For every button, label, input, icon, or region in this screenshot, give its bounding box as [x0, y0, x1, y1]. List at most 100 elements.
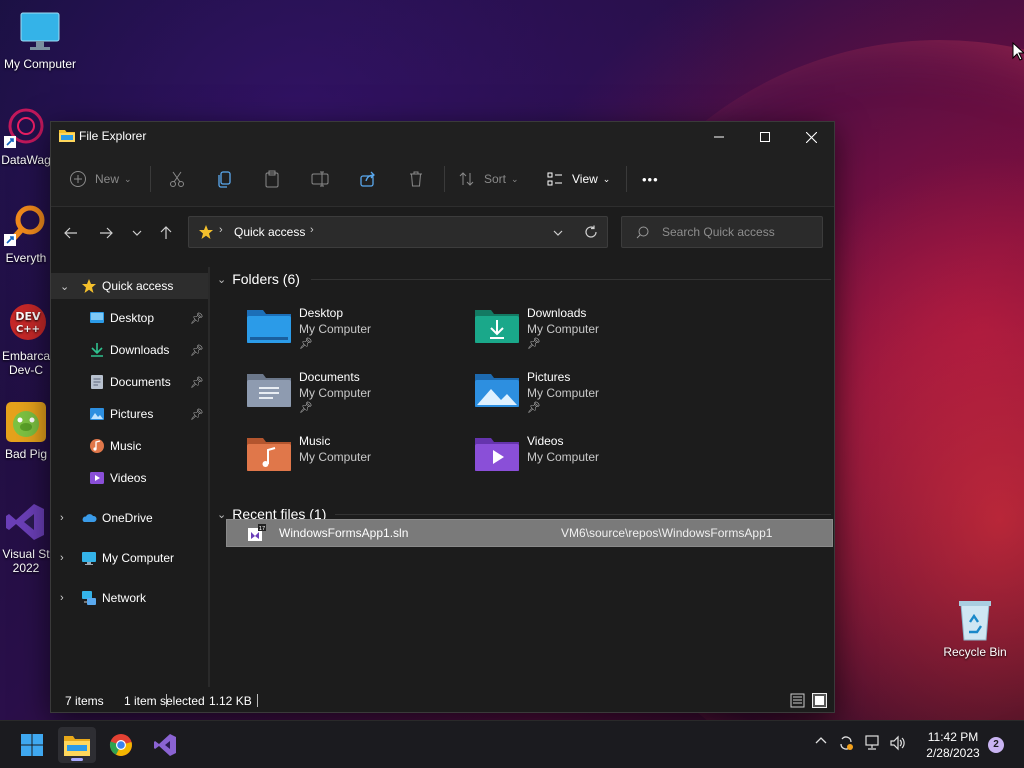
chevron-up-icon[interactable] — [815, 735, 827, 750]
cut-button[interactable] — [168, 166, 186, 192]
volume-icon[interactable] — [889, 734, 907, 755]
close-button[interactable] — [788, 122, 834, 152]
sidebar-item-videos[interactable]: Videos — [51, 465, 208, 491]
folder-tile-music[interactable]: Music My Computer — [247, 431, 467, 487]
videos-icon — [90, 472, 104, 484]
sidebar-item-pictures[interactable]: Pictures 📌︎ — [51, 401, 208, 427]
breadcrumb-quick-access[interactable]: Quick access — [234, 225, 305, 239]
sidebar-item-label: Pictures — [110, 407, 154, 421]
sidebar-item-desktop[interactable]: Desktop 📌︎ — [51, 305, 208, 331]
star-icon — [199, 225, 213, 239]
folder-tile-downloads[interactable]: Downloads My Computer 📌︎ — [475, 303, 695, 359]
chevron-down-icon[interactable] — [552, 227, 564, 239]
folder-icon — [59, 130, 75, 142]
sidebar-item-network[interactable]: › Network — [51, 585, 208, 611]
pin-icon[interactable]: 📌︎ — [190, 376, 204, 389]
new-label: New — [95, 172, 120, 186]
status-separator — [257, 694, 258, 707]
folder-tile-documents[interactable]: Documents My Computer 📌︎ — [247, 367, 467, 423]
maximize-icon — [760, 132, 770, 142]
windows-logo-icon — [21, 734, 43, 756]
cloud-icon — [82, 514, 97, 522]
forward-button[interactable] — [94, 221, 118, 245]
sync-icon[interactable] — [837, 734, 855, 755]
clipboard-icon — [265, 170, 279, 188]
clock[interactable]: 11:42 PM 2/28/2023 — [918, 729, 988, 761]
back-button[interactable] — [59, 221, 83, 245]
status-bar: 7 items 1 item selected 1.12 KB — [51, 688, 834, 712]
up-button[interactable] — [154, 221, 178, 245]
pane-splitter[interactable] — [208, 267, 210, 687]
pin-icon[interactable]: 📌︎ — [190, 408, 204, 421]
desktop-icon-label: Bad Pig — [4, 447, 48, 461]
datawag-icon — [4, 106, 48, 150]
view-button[interactable]: View ⌄ — [546, 166, 610, 192]
chevron-down-icon[interactable]: ⌄ — [217, 273, 226, 286]
desktop-icon-everything[interactable]: Everyth — [0, 204, 52, 265]
search-input[interactable] — [660, 224, 814, 240]
chevron-right-icon[interactable]: › — [60, 512, 64, 524]
recent-file-row[interactable]: 17 WindowsFormsApp1.sln VM6\source\repos… — [226, 519, 833, 547]
navigation-pane: ⌄ Quick access Desktop 📌︎ Downloads 📌︎ D… — [51, 267, 208, 687]
sidebar-item-music[interactable]: Music — [51, 433, 208, 459]
pin-icon[interactable]: 📌︎ — [190, 344, 204, 357]
details-view-icon[interactable] — [790, 693, 805, 708]
start-button[interactable] — [13, 727, 51, 763]
chrome-icon — [109, 734, 132, 756]
sort-button[interactable]: Sort ⌄ — [458, 166, 519, 192]
folder-tile-desktop[interactable]: Desktop My Computer 📌︎ — [247, 303, 467, 359]
copy-button[interactable] — [216, 166, 234, 192]
sidebar-item-label: My Computer — [102, 551, 175, 565]
minimize-button[interactable] — [696, 122, 742, 152]
breadcrumb-chevron-icon[interactable]: › — [310, 224, 314, 236]
recent-locations-button[interactable] — [125, 221, 149, 245]
title-bar[interactable]: File Explorer — [51, 122, 834, 152]
folder-tile-videos[interactable]: Videos My Computer — [475, 431, 695, 487]
refresh-icon[interactable] — [584, 225, 598, 239]
new-button[interactable]: New ⌄ — [69, 166, 132, 192]
desktop-icon-my-computer[interactable]: My Computer — [0, 10, 80, 71]
item-count: 7 items — [65, 694, 104, 708]
download-icon — [91, 343, 103, 357]
chevron-right-icon[interactable]: › — [60, 552, 64, 564]
rename-icon — [311, 171, 329, 187]
maximize-button[interactable] — [742, 122, 788, 152]
folders-section-header[interactable]: ⌄ Folders (6) — [217, 271, 300, 287]
tiles-view-icon[interactable] — [812, 693, 827, 708]
content-pane: ⌄ Folders (6) Desktop My Computer 📌︎ Dow… — [211, 262, 834, 687]
delete-button[interactable] — [407, 166, 425, 192]
sidebar-item-documents[interactable]: Documents 📌︎ — [51, 369, 208, 395]
desktop-icon-recycle-bin[interactable]: Recycle Bin — [935, 598, 1015, 659]
sidebar-item-downloads[interactable]: Downloads 📌︎ — [51, 337, 208, 363]
active-indicator — [71, 758, 83, 761]
taskbar-visual-studio[interactable] — [146, 727, 184, 763]
desktop-icon-datawag[interactable]: DataWag — [0, 106, 52, 167]
sidebar-item-onedrive[interactable]: › OneDrive — [51, 505, 208, 531]
pin-icon: 📌︎ — [527, 402, 541, 414]
documents-folder-icon — [247, 374, 291, 407]
sidebar-item-my-computer[interactable]: › My Computer — [51, 545, 208, 571]
more-options-button[interactable]: ••• — [642, 166, 659, 192]
videos-folder-icon — [475, 438, 519, 471]
taskbar-chrome[interactable] — [102, 727, 140, 763]
search-box[interactable] — [621, 216, 823, 248]
chevron-down-icon[interactable]: ⌄ — [217, 508, 226, 521]
desktop-icon-devcpp[interactable]: DEV C++ Embarca Dev-C — [0, 302, 52, 377]
rename-button[interactable] — [311, 166, 329, 192]
file-explorer-window: File Explorer New ⌄ Sort ⌄ View ⌄ ••• › … — [50, 121, 835, 713]
desktop-icon-bad-piggies[interactable]: Bad Pig — [0, 400, 52, 461]
arrow-right-icon — [100, 227, 113, 239]
notification-badge[interactable]: 2 — [988, 737, 1004, 753]
chevron-right-icon[interactable]: › — [60, 592, 64, 604]
close-icon — [805, 131, 817, 143]
desktop-icon-visual-studio[interactable]: Visual St 2022 — [0, 500, 52, 575]
pin-icon[interactable]: 📌︎ — [190, 312, 204, 325]
chevron-down-icon[interactable]: ⌄ — [60, 280, 69, 293]
taskbar-file-explorer[interactable] — [58, 727, 96, 763]
network-icon[interactable] — [864, 734, 882, 755]
sidebar-item-quick-access[interactable]: ⌄ Quick access — [51, 273, 208, 299]
folder-tile-pictures[interactable]: Pictures My Computer 📌︎ — [475, 367, 695, 423]
share-button[interactable] — [359, 166, 377, 192]
paste-button[interactable] — [263, 166, 281, 192]
address-bar[interactable]: › Quick access › — [188, 216, 608, 248]
